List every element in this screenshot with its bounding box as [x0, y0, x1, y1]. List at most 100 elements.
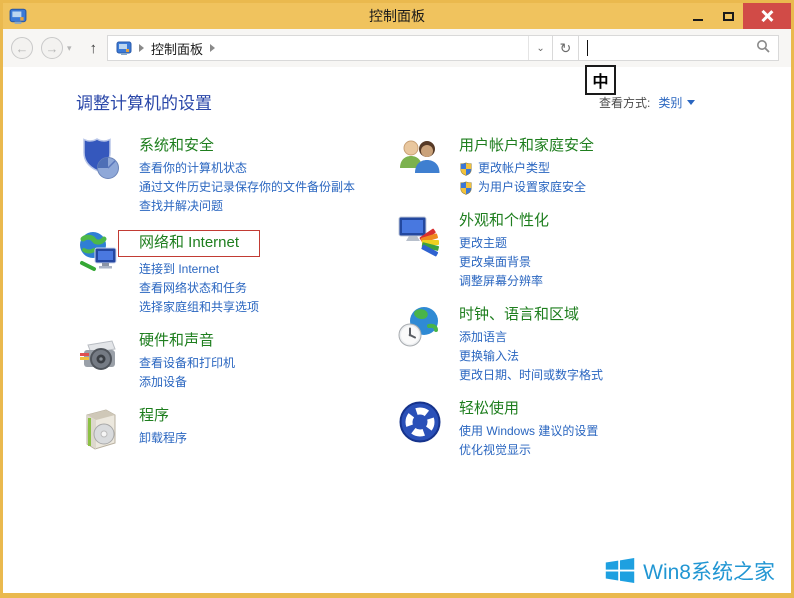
category-link-label: 添加设备: [139, 375, 188, 389]
category-link-label: 查看你的计算机状态: [139, 161, 248, 175]
category-link[interactable]: 为用户设置家庭安全: [459, 178, 594, 197]
category-link-label: 查看设备和打印机: [139, 356, 236, 370]
category-title[interactable]: 外观和个性化: [459, 211, 549, 231]
category-link-label: 连接到 Internet: [139, 262, 220, 276]
category-link[interactable]: 添加语言: [459, 328, 603, 347]
breadcrumb-item-control-panel[interactable]: 控制面板: [151, 39, 203, 58]
refresh-button[interactable]: ↻: [553, 35, 580, 61]
user-accounts-icon[interactable]: [396, 135, 444, 183]
maximize-button[interactable]: [713, 3, 743, 29]
category-link[interactable]: 调整屏幕分辨率: [459, 272, 549, 291]
ease-of-access-icon[interactable]: [396, 398, 444, 446]
category-title[interactable]: 时钟、语言和区域: [459, 305, 579, 325]
windows-logo-icon: [604, 555, 636, 587]
clock-language-icon[interactable]: [396, 304, 444, 352]
category-link-label: 使用 Windows 建议的设置: [459, 424, 599, 438]
category-link[interactable]: 更改桌面背景: [459, 253, 549, 272]
ime-indicator[interactable]: 中: [585, 65, 616, 95]
category-link-label: 查看网络状态和任务: [139, 281, 248, 295]
category-body: 时钟、语言和区域添加语言更换输入法更改日期、时间或数字格式: [459, 304, 603, 385]
title-bar[interactable]: 控制面板: [3, 3, 791, 29]
category-link[interactable]: 通过文件历史记录保存你的文件备份副本: [139, 178, 355, 197]
category-section: 时钟、语言和区域添加语言更换输入法更改日期、时间或数字格式: [396, 304, 736, 385]
address-bar[interactable]: 控制面板 ⌄: [107, 35, 554, 61]
category-link[interactable]: 使用 Windows 建议的设置: [459, 422, 598, 441]
category-link-label: 卸载程序: [139, 431, 188, 445]
category-section: 外观和个性化更改主题更改桌面背景调整屏幕分辨率: [396, 210, 736, 291]
uac-shield-icon: [459, 162, 473, 176]
search-icon[interactable]: [756, 39, 770, 58]
category-link[interactable]: 卸载程序: [139, 429, 187, 448]
category-link[interactable]: 查找并解决问题: [139, 197, 355, 216]
category-section: 程序 卸载程序: [76, 405, 388, 453]
appearance-icon[interactable]: [396, 210, 444, 258]
close-button[interactable]: [743, 3, 791, 29]
minimize-button[interactable]: [683, 3, 713, 29]
category-section: 网络和 Internet 连接到 Internet 查看网络状态和任务选择家庭组和共…: [76, 229, 388, 317]
view-by-dropdown[interactable]: 类别: [658, 94, 682, 111]
maximize-icon: [722, 11, 734, 21]
category-link[interactable]: 更改帐户类型: [459, 159, 594, 178]
address-dropdown-button[interactable]: ⌄: [528, 36, 552, 60]
category-body: 用户帐户和家庭安全更改帐户类型为用户设置家庭安全: [459, 135, 594, 197]
back-arrow-icon: ←: [15, 40, 29, 56]
category-link-label: 调整屏幕分辨率: [459, 274, 544, 288]
category-column-right: 用户帐户和家庭安全更改帐户类型为用户设置家庭安全外观和个性化更改主题更改桌面背景…: [396, 135, 736, 473]
category-section: 系统和安全查看你的计算机状态通过文件历史记录保存你的文件备份副本查找并解决问题: [76, 135, 388, 216]
watermark: Win8系统之家: [604, 555, 775, 587]
category-body: 轻松使用使用 Windows 建议的设置 优化视觉显示: [459, 398, 598, 460]
programs-icon[interactable]: [76, 405, 124, 453]
breadcrumb-app-icon: [116, 40, 132, 56]
category-title[interactable]: 系统和安全: [139, 136, 214, 156]
minimize-icon: [693, 19, 703, 21]
category-title[interactable]: 轻松使用: [459, 399, 519, 419]
category-link[interactable]: 查看设备和打印机: [139, 354, 235, 373]
control-panel-app-icon: [9, 7, 27, 25]
category-body: 网络和 Internet 连接到 Internet 查看网络状态和任务选择家庭组和共…: [118, 229, 261, 317]
main-content: 调整计算机的设置 查看方式: 类别 系统和安全查看你的计算机状态通过文件历史记录…: [3, 67, 791, 593]
category-link-label: 更换输入法: [459, 349, 520, 363]
category-title[interactable]: 网络和 Internet: [118, 230, 261, 257]
category-link[interactable]: 连接到 Internet: [139, 260, 260, 279]
category-link-label: 查找并解决问题: [139, 199, 224, 213]
category-title[interactable]: 用户帐户和家庭安全: [459, 136, 594, 156]
category-link[interactable]: 更换输入法: [459, 347, 603, 366]
breadcrumb-chevron-icon[interactable]: [210, 44, 216, 52]
chevron-down-icon[interactable]: [687, 100, 696, 105]
category-link[interactable]: 更改日期、时间或数字格式: [459, 366, 603, 385]
view-by-label: 查看方式:: [599, 96, 651, 110]
category-link-label: 更改主题: [459, 236, 508, 250]
category-link-label: 更改帐户类型: [478, 161, 551, 175]
category-link-label: 优化视觉显示: [459, 443, 532, 457]
category-title[interactable]: 硬件和声音: [139, 331, 214, 351]
window-title: 控制面板: [369, 8, 425, 24]
category-link-label: 为用户设置家庭安全: [478, 180, 587, 194]
breadcrumb-chevron-icon[interactable]: [139, 44, 145, 52]
category-link[interactable]: 查看你的计算机状态: [139, 159, 355, 178]
category-link[interactable]: 选择家庭组和共享选项: [139, 298, 260, 317]
control-panel-window: 控制面板 ← → ▾ ↑ 控制面板 ⌄ ↻ 中 调整计算机的设置 查看方式: 类…: [0, 0, 794, 598]
forward-button[interactable]: →: [41, 37, 63, 59]
category-body: 系统和安全查看你的计算机状态通过文件历史记录保存你的文件备份副本查找并解决问题: [139, 135, 355, 216]
system-security-icon[interactable]: [76, 135, 124, 183]
category-link-label: 添加语言: [459, 330, 508, 344]
category-link[interactable]: 更改主题: [459, 234, 549, 253]
view-by-control: 查看方式: 类别: [599, 94, 696, 111]
up-button[interactable]: ↑: [90, 40, 98, 57]
breadcrumb[interactable]: 控制面板: [108, 36, 528, 60]
category-column-left: 系统和安全查看你的计算机状态通过文件历史记录保存你的文件备份副本查找并解决问题网…: [76, 135, 388, 466]
category-link[interactable]: 查看网络状态和任务: [139, 279, 260, 298]
forward-arrow-icon: →: [45, 40, 59, 56]
page-title: 调整计算机的设置: [76, 94, 212, 113]
category-body: 外观和个性化更改主题更改桌面背景调整屏幕分辨率: [459, 210, 549, 291]
network-internet-icon[interactable]: [76, 229, 124, 277]
category-title[interactable]: 程序: [139, 406, 169, 426]
category-section: 轻松使用使用 Windows 建议的设置 优化视觉显示: [396, 398, 736, 460]
category-link[interactable]: 优化视觉显示: [459, 441, 598, 460]
hardware-sound-icon[interactable]: [76, 330, 124, 378]
category-link[interactable]: 添加设备: [139, 373, 235, 392]
back-button[interactable]: ←: [11, 37, 33, 59]
category-body: 硬件和声音查看设备和打印机 添加设备: [139, 330, 235, 392]
search-input[interactable]: [578, 35, 779, 61]
recent-pages-dropdown[interactable]: ▾: [67, 43, 72, 54]
